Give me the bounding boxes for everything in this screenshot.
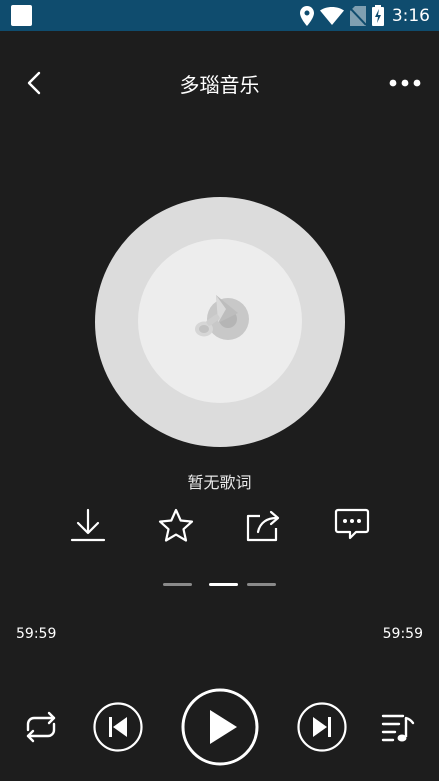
playback-controls bbox=[0, 686, 439, 766]
pager-dot-1[interactable] bbox=[163, 583, 192, 586]
location-icon bbox=[299, 5, 314, 26]
page-title: 多瑙音乐 bbox=[179, 73, 260, 97]
album-disc[interactable] bbox=[95, 197, 345, 447]
playlist-button[interactable] bbox=[379, 708, 417, 746]
play-icon bbox=[181, 688, 259, 766]
status-icons: 3:16 bbox=[299, 3, 430, 28]
top-bar: 多瑙音乐 bbox=[0, 55, 439, 111]
battery-charging-icon bbox=[371, 5, 384, 26]
no-sim-icon bbox=[349, 5, 366, 26]
pager-dot-2-active[interactable] bbox=[209, 583, 238, 586]
current-time: 59:59 bbox=[16, 626, 57, 642]
comment-icon bbox=[334, 508, 370, 540]
comment-button[interactable] bbox=[332, 506, 372, 546]
previous-button[interactable] bbox=[93, 702, 143, 752]
skip-next-icon bbox=[297, 702, 347, 752]
repeat-icon bbox=[26, 711, 56, 743]
favorite-button[interactable] bbox=[156, 506, 196, 546]
status-time: 3:16 bbox=[391, 5, 430, 26]
repeat-button[interactable] bbox=[20, 706, 62, 748]
more-button[interactable] bbox=[385, 63, 425, 103]
lyrics-text: 暂无歌词 bbox=[187, 473, 252, 492]
pager-dot-3[interactable] bbox=[247, 583, 276, 586]
album-disc-inner bbox=[138, 239, 302, 403]
next-button[interactable] bbox=[297, 702, 347, 752]
wifi-icon bbox=[319, 6, 344, 25]
more-horizontal-icon bbox=[389, 79, 421, 87]
star-outline-icon bbox=[158, 508, 194, 542]
music-app-logo-icon bbox=[195, 295, 249, 340]
total-time: 59:59 bbox=[382, 626, 423, 642]
action-row bbox=[0, 506, 439, 546]
download-icon bbox=[70, 508, 106, 542]
status-bar: 3:16 bbox=[0, 0, 439, 31]
playlist-music-icon bbox=[381, 714, 415, 742]
share-icon bbox=[246, 510, 280, 542]
play-button[interactable] bbox=[181, 688, 259, 766]
notification-square-icon bbox=[11, 5, 32, 26]
download-button[interactable] bbox=[68, 506, 108, 546]
share-button[interactable] bbox=[244, 506, 284, 546]
skip-previous-icon bbox=[93, 702, 143, 752]
